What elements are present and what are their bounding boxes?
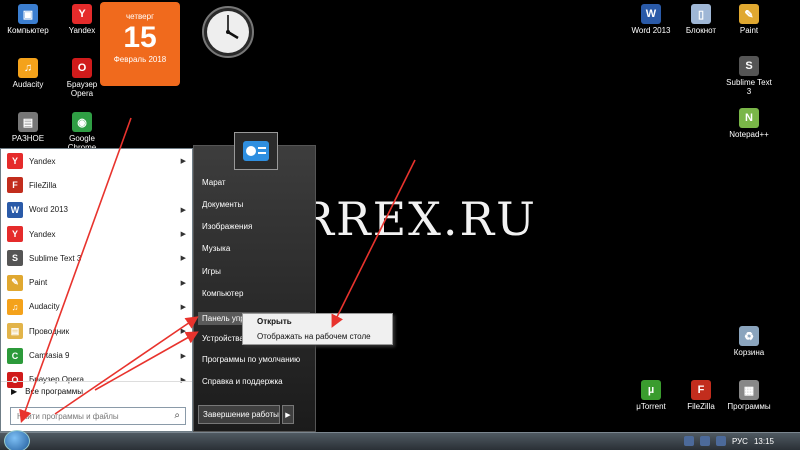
arrow-to-search	[19, 117, 132, 424]
arrow-to-control-panel	[54, 316, 199, 415]
annotation-arrows	[19, 117, 416, 424]
arrow-to-context-menu	[331, 159, 416, 328]
arrow-to-programs	[94, 331, 199, 391]
